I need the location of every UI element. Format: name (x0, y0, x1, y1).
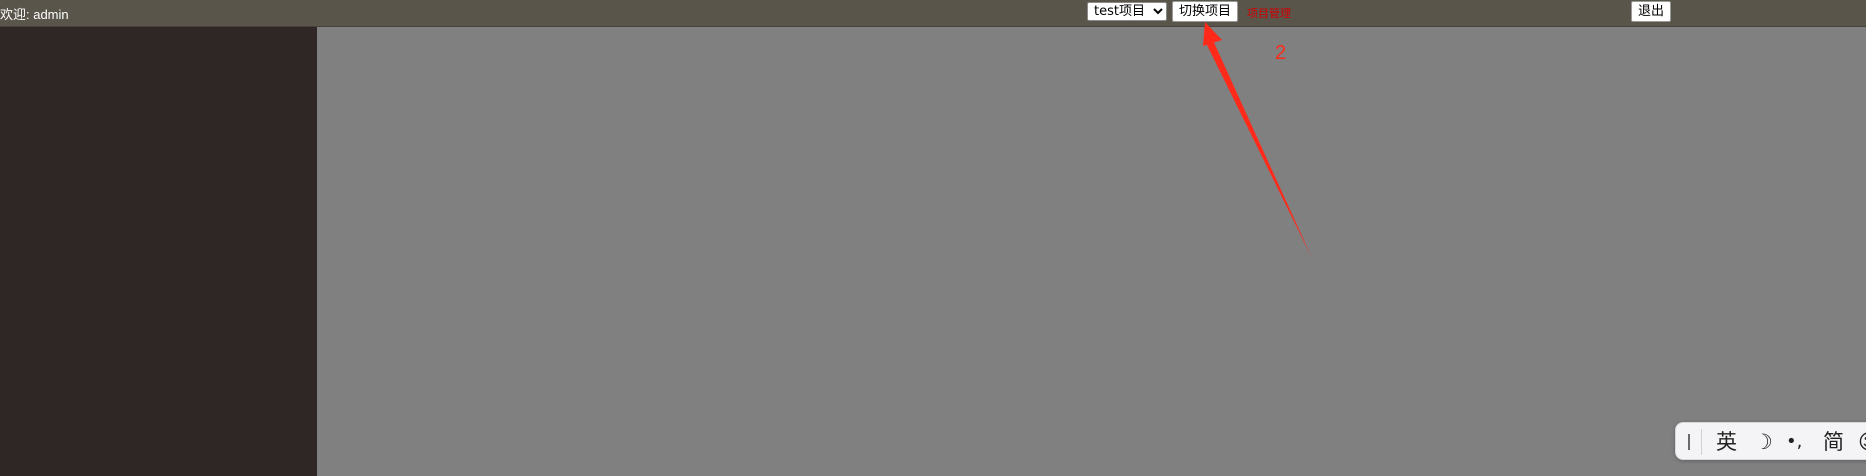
welcome-text: 欢迎: admin (0, 7, 69, 22)
top-bar: 欢迎: admin test项目 切换项目 项目管理 退出 (0, 0, 1866, 27)
logout-button[interactable]: 退出 (1631, 1, 1672, 22)
ime-divider (1701, 429, 1702, 455)
page: 欢迎: admin test项目 切换项目 项目管理 退出 2 英 ☽ •, 简… (0, 0, 1866, 476)
emoji-icon[interactable]: ☺ (1858, 429, 1866, 455)
ime-mode-toggle[interactable]: 简 (1823, 429, 1844, 455)
main-content (317, 27, 1866, 476)
project-select[interactable]: test项目 (1087, 2, 1167, 21)
switch-project-button[interactable]: 切换项目 (1172, 1, 1239, 22)
punctuation-icon[interactable]: •, (1786, 429, 1802, 455)
sidebar (0, 27, 317, 476)
ime-toolbar: 英 ☽ •, 简 ☺ (1675, 422, 1866, 460)
ime-language-toggle[interactable]: 英 (1716, 429, 1737, 455)
moon-icon[interactable]: ☽ (1754, 429, 1773, 455)
ime-grip-handle[interactable] (1688, 434, 1690, 450)
project-link[interactable]: 项目管理 (1247, 5, 1291, 21)
annotation-label: 2 (1275, 42, 1287, 64)
